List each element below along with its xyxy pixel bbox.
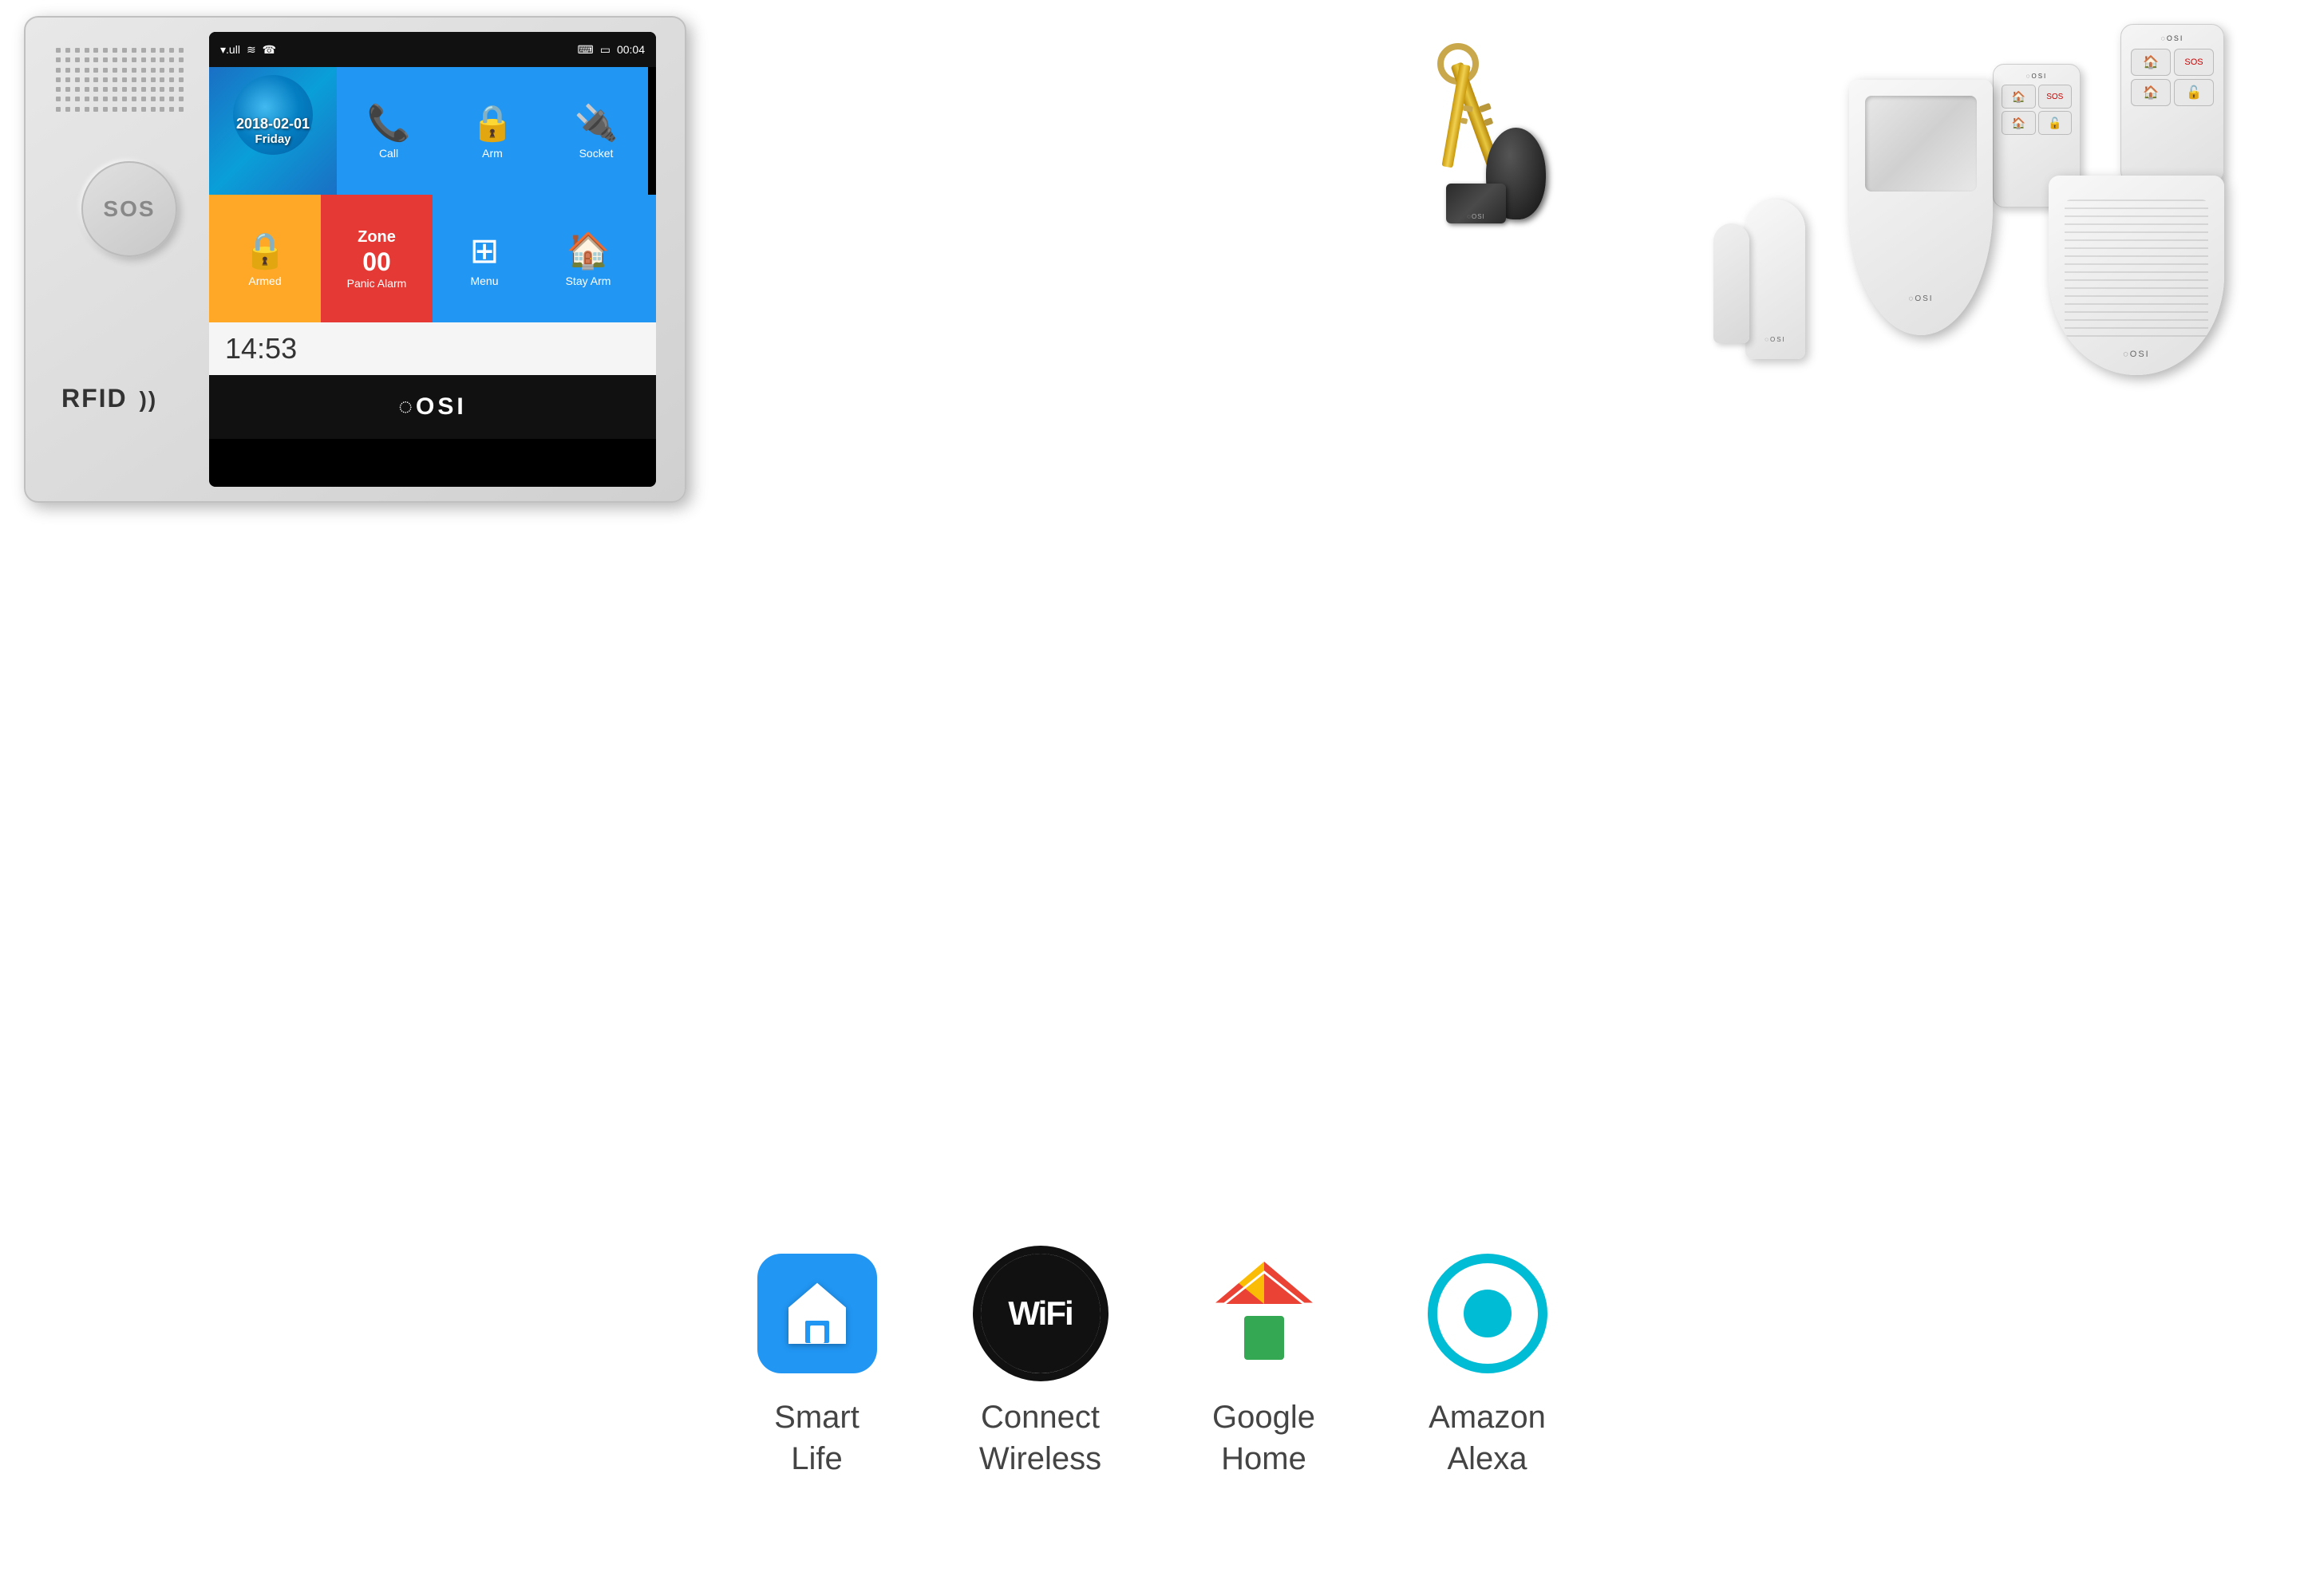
pir-lens [1865, 96, 1977, 192]
osi-screen-logo: ◌OSI [398, 393, 467, 421]
wifi-status-icon: ≋ [247, 43, 256, 57]
sos-label: SOS [103, 196, 155, 222]
menu-tile[interactable]: ⊞ Menu [433, 195, 536, 322]
call-tile[interactable]: 📞 Call [337, 67, 441, 195]
amazon-alexa-label: AmazonAlexa [1429, 1396, 1546, 1479]
alarm-panel: // Generate grille dots inline via JS af… [24, 16, 686, 503]
date-tile[interactable]: 2018-02-01 Friday [209, 67, 337, 195]
clock-display: 14:53 [225, 332, 297, 365]
phone-icon: ☎ [263, 43, 276, 57]
panic-alarm-tile[interactable]: Zone 00 Panic Alarm [321, 195, 433, 322]
amazon-alexa-item: AmazonAlexa [1424, 1250, 1551, 1479]
call-icon: 📞 [367, 102, 411, 144]
zone-number: 00 [358, 247, 396, 277]
stay-arm-tile[interactable]: 🏠 Stay Arm [536, 195, 640, 322]
status-bar: ▾.ull ≋ ☎ ⌨ ▭ 00:04 [209, 32, 656, 67]
screen-time: 00:04 [617, 43, 645, 56]
screen-brand: ◌OSI [209, 375, 656, 439]
stay-arm-icon: 🏠 [567, 230, 611, 271]
armed-label: Armed [248, 275, 281, 287]
socket-icon: 🔌 [575, 102, 618, 144]
arm-tile[interactable]: 🔒 Arm [441, 67, 544, 195]
call-label: Call [379, 147, 398, 160]
arm-icon: 🔒 [471, 102, 515, 144]
rfid-label: RFID )) [61, 384, 157, 413]
speaker-grille: // Generate grille dots inline via JS af… [49, 41, 193, 121]
clock-area: 14:53 [209, 322, 656, 375]
smart-life-item: SmartLife [753, 1250, 881, 1479]
socket-label: Socket [579, 147, 614, 160]
date-text: 2018-02-01 [236, 116, 310, 132]
wifi-icon: WiFi [981, 1254, 1101, 1373]
armed-icon: 🔒 [243, 230, 287, 271]
siren: ◌OSI [2049, 176, 2240, 415]
smart-life-label: SmartLife [774, 1396, 860, 1479]
disarm-tile[interactable]: 🔓 Disarm [640, 195, 656, 322]
zone-label: Zone [358, 227, 396, 247]
signal-icon: ▾.ull [220, 43, 240, 57]
remote-large: ◌OSI 🏠 SOS 🏠 🔓 [2120, 24, 2224, 184]
alexa-icon [1428, 1254, 1547, 1373]
rfid-card: ◌OSI [1446, 184, 1506, 223]
smart-life-icon [757, 1254, 877, 1373]
day-text: Friday [236, 132, 310, 146]
stay-arm-label: Stay Arm [566, 275, 611, 287]
door-sensor-group: ◌OSI [1713, 200, 1825, 471]
wifi-label: ConnectWireless [979, 1396, 1101, 1479]
panic-label: Panic Alarm [347, 277, 407, 290]
sos-button[interactable]: SOS [81, 161, 177, 257]
socket-tile[interactable]: 🔌 Socket [544, 67, 648, 195]
armed-tile[interactable]: 🔒 Armed [209, 195, 321, 322]
smart-life-house-svg [781, 1278, 853, 1349]
google-home-item: GoogleHome [1200, 1250, 1328, 1479]
touch-screen: ▾.ull ≋ ☎ ⌨ ▭ 00:04 2018-02-01 Friday [209, 32, 656, 487]
battery-icon: ▭ [600, 43, 611, 57]
google-home-label: GoogleHome [1212, 1396, 1315, 1479]
google-home-icon [1204, 1252, 1324, 1376]
wifi-item: WiFi ConnectWireless [977, 1250, 1105, 1479]
compatibility-section: SmartLife WiFi ConnectWireless [0, 1133, 2304, 1596]
siren-brand: ◌OSI [2123, 350, 2150, 359]
menu-label: Menu [470, 275, 498, 287]
arm-label: Arm [482, 147, 503, 160]
key-icon: ⌨ [578, 43, 594, 57]
siren-grille [2065, 200, 2208, 343]
menu-icon: ⊞ [470, 231, 500, 271]
door-sensor-main: ◌OSI [1745, 200, 1805, 359]
door-sensor-magnet [1713, 223, 1749, 343]
motion-sensor: ◌OSI [1849, 80, 2009, 351]
